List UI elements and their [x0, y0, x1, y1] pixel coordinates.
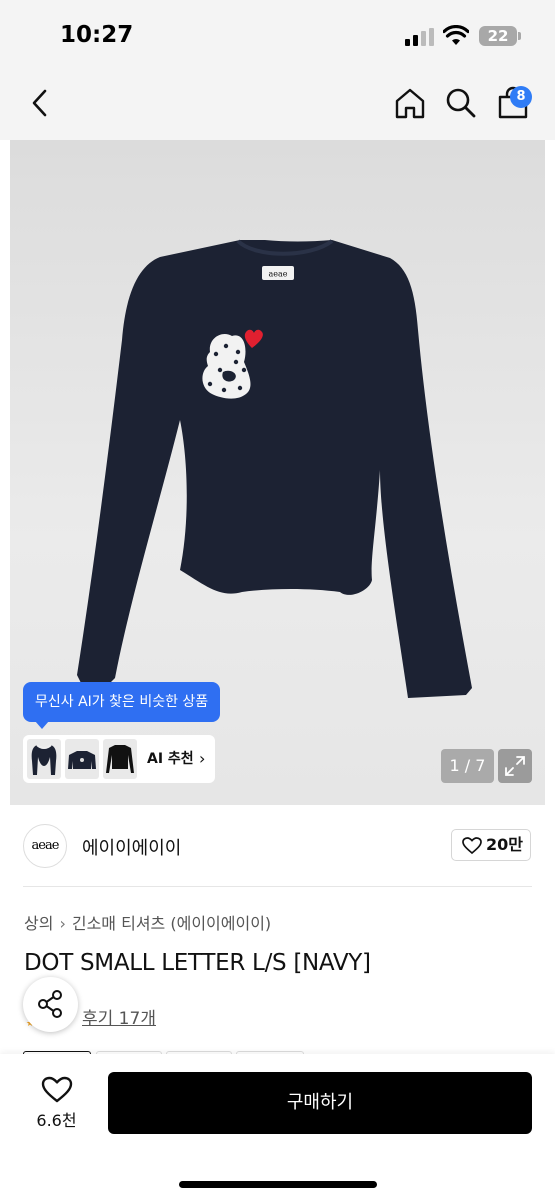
breadcrumb: 상의 › 긴소매 티셔츠 (에이이에이이) [24, 910, 271, 934]
ai-thumb-3[interactable] [103, 739, 137, 779]
ai-recommend-label: AI 추천 [147, 751, 194, 767]
heart-outline-icon [462, 837, 482, 855]
share-button[interactable] [23, 977, 78, 1032]
chevron-right-icon: › [199, 749, 206, 768]
breadcrumb-subcategory[interactable]: 긴소매 티셔츠 [72, 914, 165, 933]
svg-text:aeae: aeae [268, 270, 287, 279]
product-title: DOT SMALL LETTER L/S [NAVY] [24, 950, 371, 976]
ai-recommend-button[interactable]: AI 추천 › [23, 735, 215, 783]
brand-like-button[interactable]: 20만 [451, 829, 531, 861]
ai-similar-tooltip[interactable]: 무신사 AI가 찾은 비슷한 상품 [23, 682, 221, 729]
ai-thumb-1[interactable] [27, 739, 61, 779]
wishlist-count: 6.6천 [36, 1111, 77, 1130]
image-counter: 1 / 7 [441, 749, 494, 783]
breadcrumb-brand[interactable]: (에이이에이이) [170, 914, 271, 933]
brand-name[interactable]: 에이이에이이 [82, 834, 181, 860]
breadcrumb-category[interactable]: 상의 [24, 914, 53, 933]
status-time: 10:27 [60, 22, 134, 48]
shirt-shape [77, 240, 472, 698]
home-indicator [179, 1181, 377, 1188]
review-count-link[interactable]: 후기 17개 [82, 1004, 156, 1029]
battery-icon: 22 [479, 26, 521, 46]
status-bar: 10:27 22 [0, 0, 555, 70]
divider [23, 886, 532, 887]
back-arrow-icon[interactable] [24, 86, 58, 120]
brand-logo[interactable]: aeae [23, 824, 67, 868]
cart-count-badge: 8 [510, 86, 532, 108]
search-icon[interactable] [444, 86, 478, 120]
home-icon[interactable] [393, 86, 427, 120]
wishlist-heart-icon[interactable] [41, 1076, 73, 1104]
ai-thumb-2[interactable] [65, 739, 99, 779]
expand-icon[interactable] [498, 749, 532, 783]
share-icon [38, 990, 62, 1018]
buy-button[interactable]: 구매하기 [108, 1072, 532, 1134]
brand-like-count: 20만 [486, 835, 523, 854]
signal-icon [405, 28, 435, 46]
wifi-icon [443, 25, 469, 45]
chevron-right-icon: › [59, 914, 66, 933]
